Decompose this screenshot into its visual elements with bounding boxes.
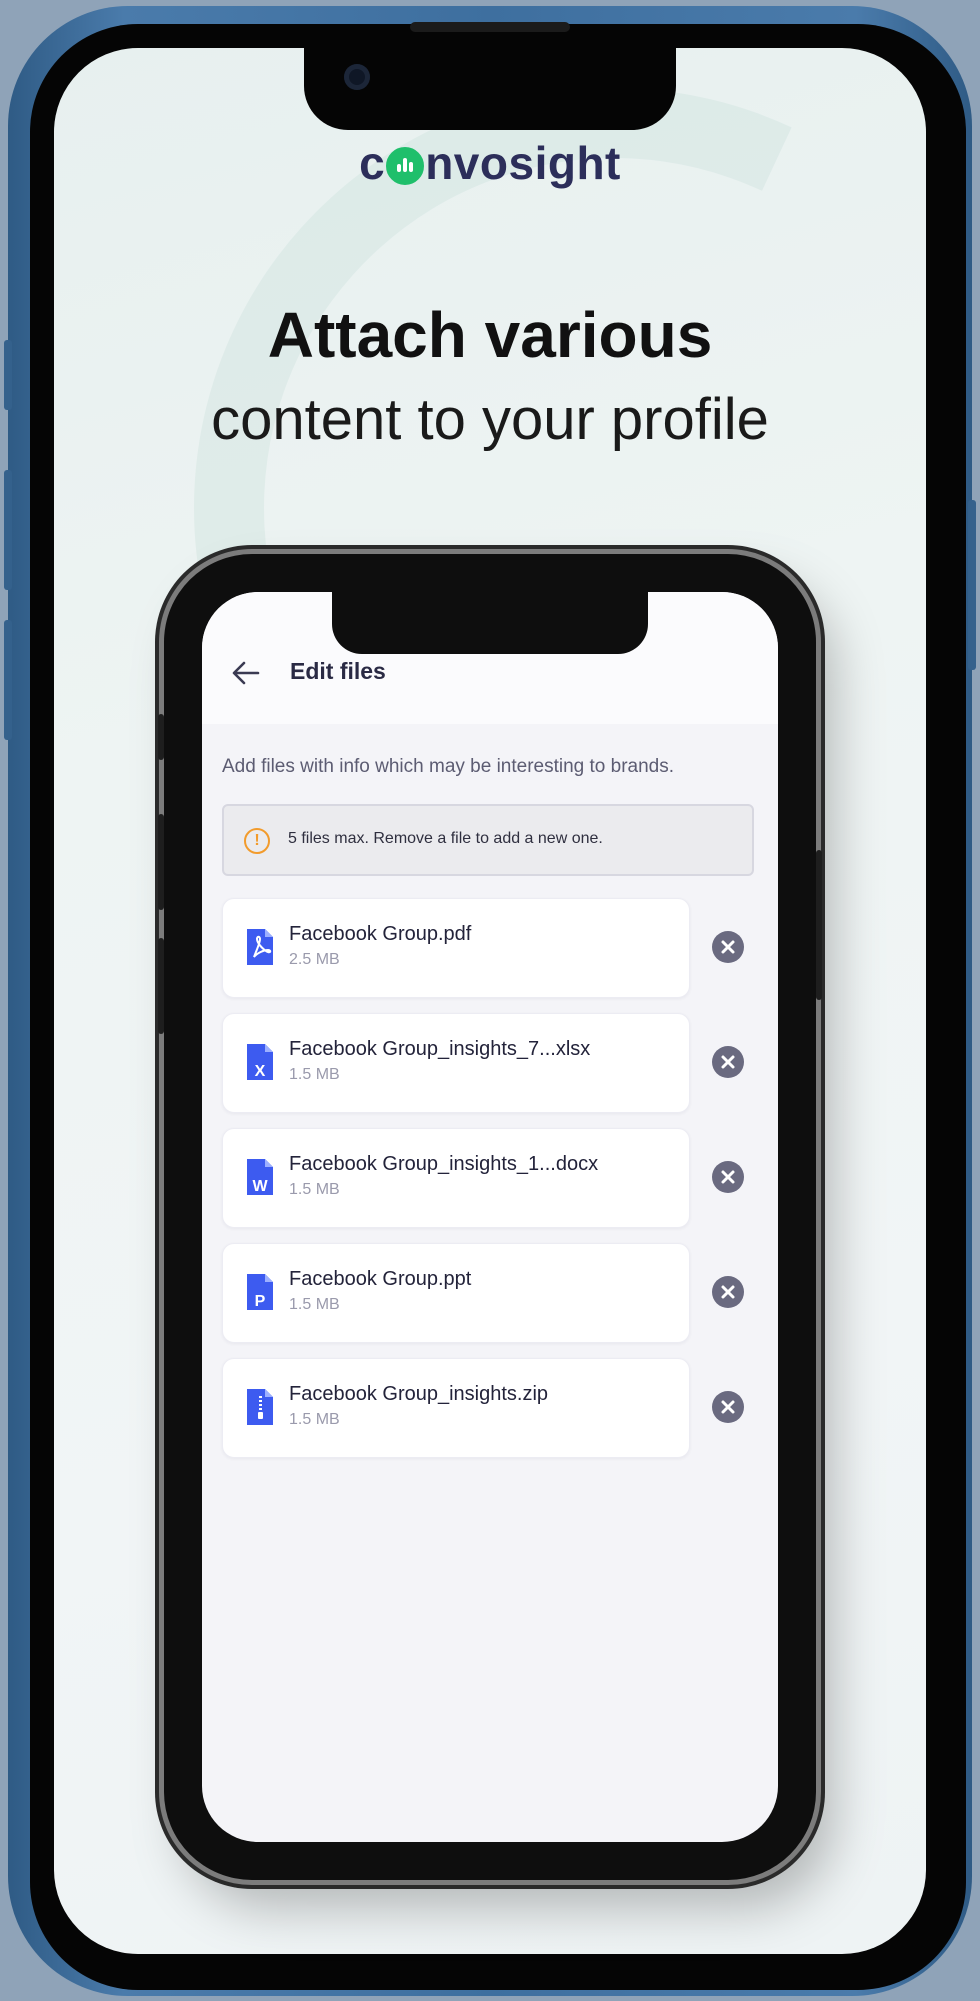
close-circle-icon — [721, 1055, 735, 1069]
svg-text:W: W — [252, 1178, 268, 1195]
file-name: Facebook Group.pdf — [289, 923, 472, 945]
file-size: 2.5 MB — [289, 951, 340, 968]
warning-icon: ! — [244, 828, 270, 854]
xlsx-file-icon: X — [247, 1044, 273, 1080]
svg-text:P: P — [255, 1293, 266, 1310]
file-card[interactable]: P Facebook Group.ppt 1.5 MB — [222, 1243, 690, 1343]
docx-file-icon: W — [247, 1159, 273, 1195]
hero-subheadline: content to your profile — [211, 387, 769, 452]
side-button — [4, 470, 12, 590]
remove-file-button[interactable] — [712, 931, 744, 963]
arrow-left-icon[interactable] — [228, 658, 264, 688]
file-size: 1.5 MB — [289, 1066, 340, 1083]
file-size: 1.5 MB — [289, 1181, 340, 1198]
device-speaker — [410, 22, 570, 32]
inner-side-button — [158, 938, 164, 1034]
file-name: Facebook Group.ppt — [289, 1268, 472, 1290]
file-name: Facebook Group_insights_7...xlsx — [289, 1038, 591, 1060]
inner-side-button — [158, 714, 164, 760]
app-screen: Edit files Add files with info which may… — [202, 592, 778, 1842]
logo-prefix: c — [359, 137, 386, 189]
file-name: Facebook Group_insights.zip — [289, 1383, 549, 1405]
file-name: Facebook Group_insights_1...docx — [289, 1153, 599, 1175]
page-title: Edit files — [290, 658, 386, 684]
intro-text: Add files with info which may be interes… — [222, 756, 675, 777]
warning-text: 5 files max. Remove a file to add a new … — [288, 830, 603, 847]
logo-suffix: nvosight — [425, 137, 621, 189]
side-button — [4, 620, 12, 740]
remove-file-button[interactable] — [712, 1046, 744, 1078]
file-card[interactable]: W Facebook Group_insights_1...docx 1.5 MB — [222, 1128, 690, 1228]
file-size: 1.5 MB — [289, 1411, 340, 1428]
ppt-file-icon: P — [247, 1274, 273, 1310]
inner-side-button — [816, 850, 822, 1000]
file-card[interactable]: X Facebook Group_insights_7...xlsx 1.5 MB — [222, 1013, 690, 1113]
brand-logo: c nvosight — [0, 136, 980, 190]
close-circle-icon — [721, 940, 735, 954]
remove-file-button[interactable] — [712, 1391, 744, 1423]
inner-phone-mockup: Edit files Add files with info which may… — [164, 554, 816, 1880]
svg-text:X: X — [255, 1063, 266, 1080]
close-circle-icon — [721, 1285, 735, 1299]
camera-icon — [344, 64, 370, 90]
remove-file-button[interactable] — [712, 1161, 744, 1193]
remove-file-button[interactable] — [712, 1276, 744, 1308]
zip-file-icon — [247, 1389, 273, 1425]
logo-chart-icon — [386, 147, 425, 185]
hero-headline: Attach various — [267, 299, 713, 371]
files-limit-warning: ! 5 files max. Remove a file to add a ne… — [222, 804, 754, 876]
close-circle-icon — [721, 1170, 735, 1184]
close-circle-icon — [721, 1400, 735, 1414]
file-card[interactable]: Facebook Group.pdf 2.5 MB — [222, 898, 690, 998]
pdf-file-icon — [247, 929, 273, 965]
side-button — [968, 500, 976, 670]
file-size: 1.5 MB — [289, 1296, 340, 1313]
inner-phone-notch — [332, 590, 648, 654]
inner-side-button — [158, 814, 164, 910]
file-card[interactable]: Facebook Group_insights.zip 1.5 MB — [222, 1358, 690, 1458]
